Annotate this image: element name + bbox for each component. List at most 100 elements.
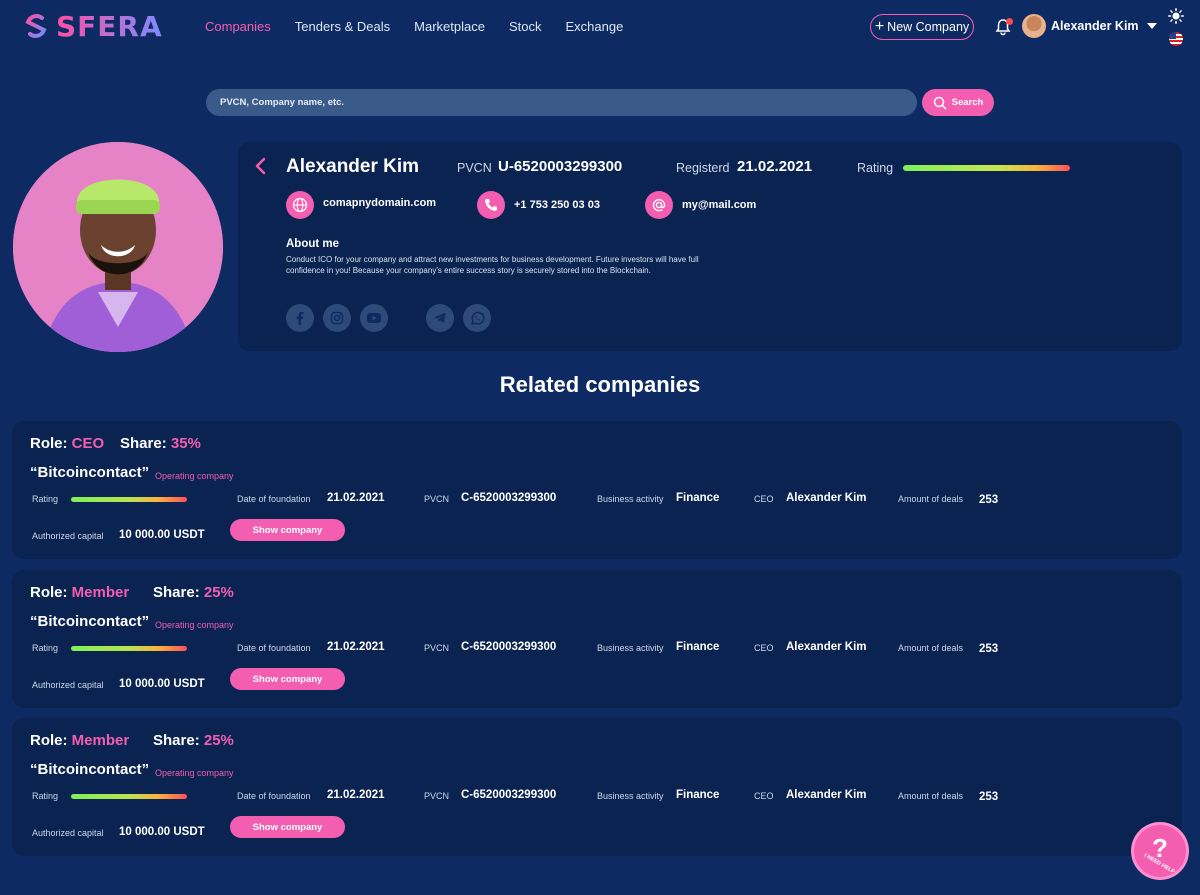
- pvcn-value: C-6520003299300: [461, 492, 557, 504]
- deals-value: 253: [979, 791, 999, 803]
- search-button-label: Search: [951, 97, 984, 108]
- sfera-logo-icon: [25, 14, 47, 38]
- at-sign-icon: [645, 191, 673, 219]
- person-illustration: [13, 142, 223, 352]
- registered-label: Registerd: [676, 161, 730, 175]
- globe-icon: [286, 191, 314, 219]
- company-card: Role: CEO Share: 35% “Bitcoincontact” Op…: [12, 421, 1182, 559]
- top-navigation-bar: SFERA Companies Tenders & Deals Marketpl…: [0, 0, 1200, 56]
- user-name[interactable]: Alexander Kim: [1051, 19, 1139, 33]
- ceo-label: CEO: [754, 643, 774, 653]
- plus-icon: +: [874, 18, 885, 35]
- new-company-button[interactable]: + New Company: [870, 14, 974, 40]
- capital-label: Authorized capital: [32, 828, 104, 838]
- company-name: “Bitcoincontact”: [30, 464, 150, 481]
- profile-rating-bar: [903, 165, 1070, 171]
- related-companies-title: Related companies: [499, 372, 701, 397]
- foundation-value: 21.02.2021: [327, 789, 385, 801]
- role-label: Role:: [30, 435, 68, 452]
- foundation-value: 21.02.2021: [327, 492, 385, 504]
- help-button[interactable]: ? I NEED HELP: [1134, 825, 1186, 877]
- share-field: Share: 35%: [120, 435, 201, 452]
- us-flag-icon[interactable]: [1169, 32, 1183, 46]
- company-card: Role: Member Share: 25% “Bitcoincontact”…: [12, 718, 1182, 856]
- nav-item-companies[interactable]: Companies: [205, 19, 271, 34]
- foundation-value: 21.02.2021: [327, 641, 385, 653]
- whatsapp-icon[interactable]: [463, 304, 491, 332]
- nav-item-exchange[interactable]: Exchange: [565, 19, 623, 34]
- nav-item-marketplace[interactable]: Marketplace: [414, 19, 485, 34]
- about-title: About me: [286, 238, 340, 250]
- ceo-label: CEO: [754, 791, 774, 801]
- business-activity-value: Finance: [676, 492, 720, 504]
- ceo-value: Alexander Kim: [786, 641, 867, 653]
- share-field: Share: 25%: [153, 732, 234, 749]
- notification-badge: [1006, 18, 1013, 25]
- sun-icon[interactable]: [1168, 8, 1184, 24]
- company-name: “Bitcoincontact”: [30, 761, 150, 778]
- show-company-button[interactable]: Show company: [230, 816, 345, 838]
- nav-item-tenders-deals[interactable]: Tenders & Deals: [295, 19, 390, 34]
- brand-logo[interactable]: SFERA: [22, 9, 163, 43]
- business-activity-label: Business activity: [597, 791, 664, 801]
- youtube-icon[interactable]: [360, 304, 388, 332]
- role-field: Role: CEO: [30, 435, 104, 452]
- search-icon: [933, 96, 946, 109]
- show-company-button[interactable]: Show company: [230, 519, 345, 541]
- role-field: Role: Member: [30, 732, 129, 749]
- show-company-button[interactable]: Show company: [230, 668, 345, 690]
- ceo-value: Alexander Kim: [786, 492, 867, 504]
- role-value: Member: [71, 584, 130, 601]
- registered-value: 21.02.2021: [737, 158, 813, 175]
- telegram-icon[interactable]: [426, 304, 454, 332]
- capital-value: 10 000.00 USDT: [119, 529, 205, 541]
- user-avatar[interactable]: [1022, 14, 1046, 38]
- business-activity-label: Business activity: [597, 643, 664, 653]
- company-type: Operating company: [155, 471, 234, 481]
- share-value: 35%: [170, 435, 201, 452]
- website-link[interactable]: comapnydomain.com: [323, 197, 436, 209]
- role-field: Role: Member: [30, 584, 129, 601]
- back-arrow-icon[interactable]: [254, 157, 268, 175]
- share-value: 25%: [203, 732, 234, 749]
- pvcn-value: C-6520003299300: [461, 641, 557, 653]
- share-value: 25%: [203, 584, 234, 601]
- pvcn-label: PVCN: [457, 161, 492, 175]
- company-name: “Bitcoincontact”: [30, 613, 150, 630]
- share-label: Share:: [153, 732, 200, 749]
- capital-value: 10 000.00 USDT: [119, 678, 205, 690]
- chevron-down-icon[interactable]: [1147, 23, 1157, 29]
- role-label: Role:: [30, 732, 68, 749]
- foundation-label: Date of foundation: [237, 791, 311, 801]
- deals-label: Amount of deals: [898, 643, 964, 653]
- search-input[interactable]: [206, 89, 917, 116]
- business-activity-label: Business activity: [597, 494, 664, 504]
- share-field: Share: 25%: [153, 584, 234, 601]
- rating-label: Rating: [857, 161, 894, 175]
- nav-item-stock[interactable]: Stock: [509, 19, 542, 34]
- ceo-label: CEO: [754, 494, 774, 504]
- about-text: Conduct ICO for your company and attract…: [286, 255, 699, 275]
- foundation-label: Date of foundation: [237, 643, 311, 653]
- deals-label: Amount of deals: [898, 791, 964, 801]
- pvcn-label: PVCN: [424, 494, 450, 504]
- search-button[interactable]: Search: [922, 89, 994, 116]
- profile-name: Alexander Kim: [286, 156, 420, 177]
- business-activity-value: Finance: [676, 789, 720, 801]
- company-rating-bar: [71, 794, 187, 799]
- deals-value: 253: [979, 643, 999, 655]
- capital-value: 10 000.00 USDT: [119, 826, 205, 838]
- email-link[interactable]: my@mail.com: [682, 199, 756, 211]
- instagram-icon[interactable]: [323, 304, 351, 332]
- main-nav: Companies Tenders & Deals Marketplace St…: [205, 19, 647, 34]
- profile-photo: [13, 142, 223, 352]
- phone-icon: [477, 191, 505, 219]
- brand-name: SFERA: [56, 9, 163, 43]
- role-value: CEO: [71, 435, 105, 452]
- new-company-label: New Company: [887, 20, 970, 34]
- facebook-icon[interactable]: [286, 304, 314, 332]
- phone-number[interactable]: +1 753 250 03 03: [514, 199, 600, 211]
- rating-label: Rating: [32, 643, 59, 653]
- rating-label: Rating: [32, 791, 59, 801]
- business-activity-value: Finance: [676, 641, 720, 653]
